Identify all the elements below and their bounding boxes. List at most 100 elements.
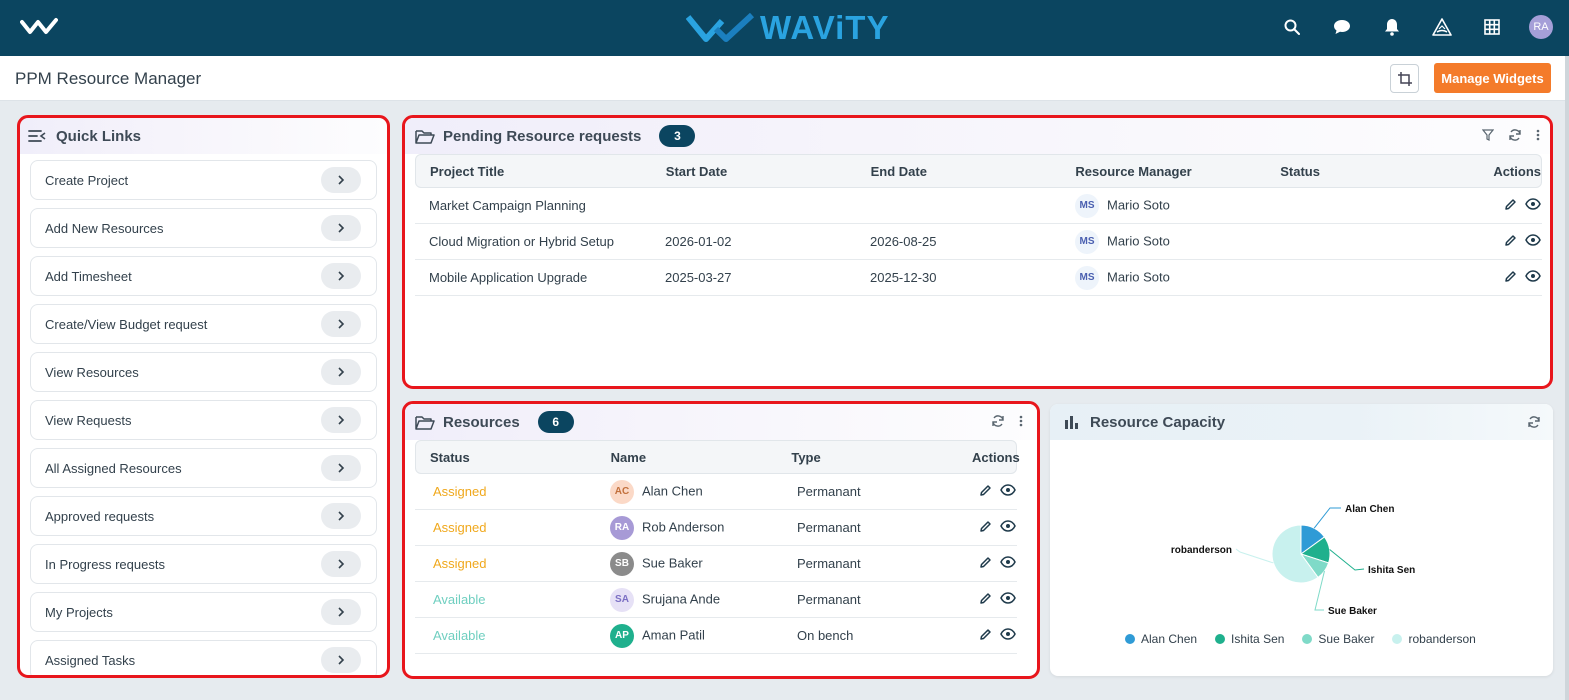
- view-icon[interactable]: [1000, 484, 1016, 499]
- chevron-right-icon[interactable]: [321, 551, 361, 577]
- type-cell: Permanant: [797, 520, 861, 535]
- view-icon[interactable]: [1525, 198, 1541, 213]
- quick-link-item[interactable]: My Projects: [30, 592, 377, 632]
- filter-icon[interactable]: [1482, 129, 1494, 141]
- legend-item[interactable]: Alan Chen: [1125, 632, 1197, 646]
- page-header: PPM Resource Manager Manage Widgets: [0, 56, 1565, 101]
- table-row[interactable]: Market Campaign Planning MS Mario Soto: [415, 188, 1542, 224]
- quick-link-item[interactable]: Create/View Budget request: [30, 304, 377, 344]
- avatar: AC: [610, 479, 634, 504]
- quick-link-item[interactable]: Add Timesheet: [30, 256, 377, 296]
- grid-apps-icon[interactable]: [1479, 14, 1505, 40]
- table-row[interactable]: Available AP Aman Patil On bench: [415, 618, 1017, 654]
- refresh-icon[interactable]: [1508, 128, 1522, 142]
- page-title: PPM Resource Manager: [15, 69, 202, 88]
- chevron-right-icon[interactable]: [321, 167, 361, 193]
- user-avatar[interactable]: RA: [1529, 15, 1553, 39]
- edit-icon[interactable]: [1504, 198, 1517, 214]
- avatar: MS: [1075, 265, 1099, 290]
- column-header[interactable]: Name: [597, 450, 778, 465]
- quick-link-item[interactable]: In Progress requests: [30, 544, 377, 584]
- resources-count-badge: 6: [537, 411, 574, 433]
- manage-widgets-button[interactable]: Manage Widgets: [1434, 63, 1551, 93]
- pie-label-line: [1329, 549, 1365, 571]
- top-navbar: WAViTY RA: [0, 0, 1569, 56]
- quick-link-item[interactable]: Approved requests: [30, 496, 377, 536]
- edit-icon[interactable]: [979, 592, 992, 608]
- chevron-right-icon[interactable]: [321, 263, 361, 289]
- quick-link-item[interactable]: All Assigned Resources: [30, 448, 377, 488]
- table-row[interactable]: Assigned SB Sue Baker Permanant: [415, 546, 1017, 582]
- column-header[interactable]: End Date: [857, 164, 1062, 179]
- type-cell: Permanant: [797, 592, 861, 607]
- table-row[interactable]: Mobile Application Upgrade 2025-03-27 20…: [415, 260, 1542, 296]
- table-row[interactable]: Available SA Srujana Ande Permanant: [415, 582, 1017, 618]
- quick-link-item[interactable]: View Resources: [30, 352, 377, 392]
- column-header[interactable]: Start Date: [652, 164, 857, 179]
- chevron-right-icon[interactable]: [321, 455, 361, 481]
- quick-link-item[interactable]: Assigned Tasks: [30, 640, 377, 675]
- column-header[interactable]: Resource Manager: [1061, 164, 1266, 179]
- quick-link-item[interactable]: Add New Resources: [30, 208, 377, 248]
- quick-link-item[interactable]: View Requests: [30, 400, 377, 440]
- view-icon[interactable]: [1000, 520, 1016, 535]
- chevron-right-icon[interactable]: [321, 215, 361, 241]
- avatar: SA: [610, 587, 634, 612]
- table-row[interactable]: Assigned AC Alan Chen Permanant: [415, 474, 1017, 510]
- edit-icon[interactable]: [979, 556, 992, 572]
- table-row[interactable]: Assigned RA Rob Anderson Permanant: [415, 510, 1017, 546]
- wavity-mark-icon[interactable]: [20, 16, 58, 38]
- legend-item[interactable]: Sue Baker: [1302, 632, 1374, 646]
- pending-table-header: Project Title Start Date End Date Resour…: [415, 154, 1542, 188]
- view-icon[interactable]: [1525, 270, 1541, 285]
- more-options-icon[interactable]: [1536, 129, 1540, 141]
- name-cell: AP Aman Patil: [596, 623, 777, 648]
- edit-icon[interactable]: [1504, 270, 1517, 286]
- name-cell: SB Sue Baker: [596, 551, 777, 576]
- column-header[interactable]: Status: [1266, 164, 1471, 179]
- table-row[interactable]: Cloud Migration or Hybrid Setup 2026-01-…: [415, 224, 1542, 260]
- quick-link-label: View Resources: [45, 364, 139, 380]
- bar-chart-icon: [1065, 416, 1078, 429]
- quick-link-label: Create/View Budget request: [45, 316, 208, 332]
- resource-manager-cell: MS Mario Soto: [1061, 193, 1266, 218]
- folder-open-icon: [415, 416, 435, 430]
- view-icon[interactable]: [1000, 628, 1016, 643]
- edit-icon[interactable]: [979, 484, 992, 500]
- view-icon[interactable]: [1525, 234, 1541, 249]
- column-header[interactable]: Project Title: [416, 164, 652, 179]
- edit-icon[interactable]: [979, 628, 992, 644]
- warning-road-icon[interactable]: [1429, 14, 1455, 40]
- column-header[interactable]: Type: [777, 450, 958, 465]
- more-options-icon[interactable]: [1019, 415, 1023, 427]
- legend-item[interactable]: robanderson: [1392, 632, 1476, 646]
- search-icon[interactable]: [1279, 14, 1305, 40]
- legend-item[interactable]: Ishita Sen: [1215, 632, 1284, 646]
- collapse-menu-icon[interactable]: [28, 129, 46, 143]
- view-icon[interactable]: [1000, 556, 1016, 571]
- chevron-right-icon[interactable]: [321, 647, 361, 673]
- edit-icon[interactable]: [979, 520, 992, 536]
- refresh-icon[interactable]: [991, 414, 1005, 428]
- resource-name: Srujana Ande: [642, 590, 721, 606]
- bell-icon[interactable]: [1379, 14, 1405, 40]
- page-scrollbar[interactable]: [1565, 56, 1569, 700]
- chevron-right-icon[interactable]: [321, 503, 361, 529]
- chat-icon[interactable]: [1329, 14, 1355, 40]
- chevron-right-icon[interactable]: [321, 311, 361, 337]
- edit-icon[interactable]: [1504, 234, 1517, 250]
- view-icon[interactable]: [1000, 592, 1016, 607]
- type-cell: On bench: [797, 628, 854, 643]
- column-header: Actions: [1493, 163, 1541, 179]
- column-header[interactable]: Status: [416, 450, 597, 465]
- pending-requests-widget: Pending Resource requests 3 Project Titl…: [402, 115, 1553, 389]
- chevron-right-icon[interactable]: [321, 359, 361, 385]
- refresh-icon[interactable]: [1527, 415, 1541, 429]
- quick-link-item[interactable]: Create Project: [30, 160, 377, 200]
- name-cell: SA Srujana Ande: [596, 587, 777, 612]
- crop-button[interactable]: [1390, 64, 1419, 93]
- chevron-right-icon[interactable]: [321, 407, 361, 433]
- quick-link-label: All Assigned Resources: [45, 460, 182, 476]
- chevron-right-icon[interactable]: [321, 599, 361, 625]
- legend-swatch: [1215, 634, 1226, 644]
